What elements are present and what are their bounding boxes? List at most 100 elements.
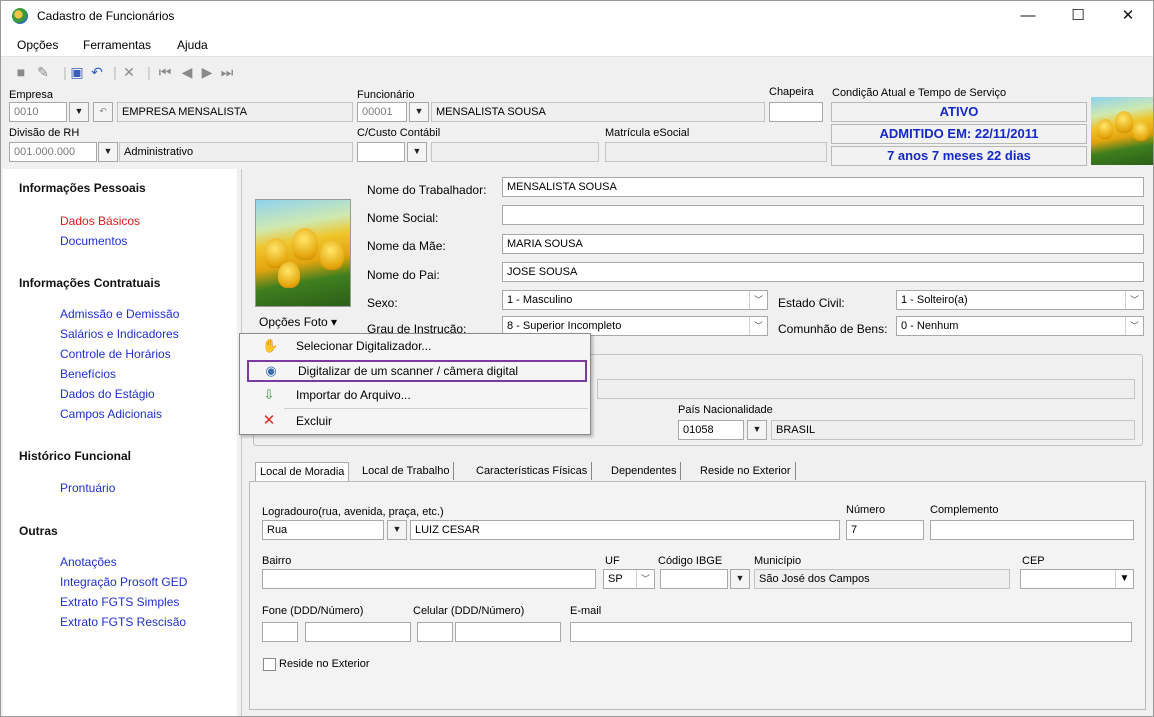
header-photo: [1091, 97, 1153, 165]
pais-code-field[interactable]: 01058: [678, 420, 744, 440]
celular-numero-field[interactable]: [455, 622, 561, 642]
nav-dados-basicos[interactable]: Dados Básicos: [60, 214, 140, 228]
empresa-dropdown-button[interactable]: ▼: [69, 102, 89, 122]
chevron-down-icon: ﹀: [1125, 317, 1143, 335]
tab-reside-exterior[interactable]: Reside no Exterior: [696, 462, 796, 480]
nav-anotacoes[interactable]: Anotações: [60, 555, 117, 569]
empresa-code-field[interactable]: 0010: [9, 102, 67, 122]
nome-mae-field[interactable]: MARIA SOUSA: [502, 234, 1144, 254]
funcionario-code-field[interactable]: 00001: [357, 102, 407, 122]
minimize-button[interactable]: —: [1005, 1, 1051, 31]
ccusto-field[interactable]: [357, 142, 405, 162]
tipo-logradouro-field[interactable]: Rua: [262, 520, 384, 540]
nav-section-title: Outras: [19, 524, 58, 538]
nav-dados-estagio[interactable]: Dados do Estágio: [60, 387, 155, 401]
reside-exterior-checkbox[interactable]: [263, 658, 276, 671]
email-label: E-mail: [570, 605, 602, 617]
empresa-label: Empresa: [9, 89, 54, 101]
fone-numero-field[interactable]: [305, 622, 411, 642]
ccusto-name-field: [431, 142, 599, 162]
divisao-dropdown-button[interactable]: ▼: [98, 142, 118, 162]
menu-item-excluir[interactable]: ✕ Excluir: [240, 410, 590, 432]
divisao-label: Divisão de RH: [9, 127, 80, 139]
new-icon[interactable]: ■: [13, 64, 29, 80]
prev-record-icon[interactable]: ◀: [179, 64, 195, 80]
fone-ddd-field[interactable]: [262, 622, 298, 642]
camera-icon: ◉: [265, 363, 277, 378]
menu-opcoes[interactable]: Opções: [17, 38, 58, 52]
tab-local-trabalho[interactable]: Local de Trabalho: [358, 462, 455, 480]
maximize-button[interactable]: ☐: [1055, 1, 1101, 31]
bairro-field[interactable]: [262, 569, 596, 589]
nav-controle-horarios[interactable]: Controle de Horários: [60, 347, 171, 361]
nav-salarios[interactable]: Salários e Indicadores: [60, 327, 179, 341]
opcoes-foto-button[interactable]: Opções Foto ▾: [255, 312, 355, 332]
chapeira-field[interactable]: [769, 102, 823, 122]
main-window: Cadastro de Funcionários — ☐ ✕ Opções Fe…: [0, 0, 1154, 717]
chevron-down-icon: ﹀: [1125, 291, 1143, 309]
menu-item-digitalizar-scanner[interactable]: ◉ Digitalizar de um scanner / câmera dig…: [247, 360, 587, 382]
pais-name-field: BRASIL: [771, 420, 1135, 440]
nav-campos-adicionais[interactable]: Campos Adicionais: [60, 407, 162, 421]
ibge-field[interactable]: [660, 569, 728, 589]
ibge-dropdown-button[interactable]: ▼: [730, 569, 750, 589]
complemento-field[interactable]: [930, 520, 1134, 540]
logradouro-field[interactable]: LUIZ CESAR: [410, 520, 840, 540]
numero-label: Número: [846, 504, 886, 516]
menu-item-selecionar-digitalizador[interactable]: ✋ Selecionar Digitalizador...: [240, 335, 590, 357]
logradouro-label: Logradouro(rua, avenida, praça, etc.): [262, 506, 444, 518]
sexo-select[interactable]: 1 - Masculino ﹀: [502, 290, 768, 310]
menu-ferramentas[interactable]: Ferramentas: [83, 38, 151, 52]
nav-integracao-ged[interactable]: Integração Prosoft GED: [60, 575, 187, 589]
nome-trabalhador-field[interactable]: MENSALISTA SOUSA: [502, 177, 1144, 197]
chapeira-label: Chapeira: [769, 86, 814, 98]
status-badge: ATIVO: [831, 102, 1087, 122]
empresa-undo-icon[interactable]: ↶: [93, 102, 113, 122]
menu-item-importar-arquivo[interactable]: ⇩ Importar do Arquivo...: [240, 384, 590, 406]
employee-photo[interactable]: [255, 199, 351, 307]
nome-social-field[interactable]: [502, 205, 1144, 225]
numero-field[interactable]: 7: [846, 520, 924, 540]
nome-social-label: Nome Social:: [367, 211, 439, 225]
left-nav: Informações Pessoais Dados Básicos Docum…: [3, 169, 237, 716]
cep-label: CEP: [1022, 555, 1045, 567]
uf-label: UF: [605, 555, 620, 567]
photo-options-menu: ✋ Selecionar Digitalizador... ◉ Digitali…: [239, 333, 591, 435]
cancel-icon[interactable]: ✕: [121, 64, 137, 80]
municipio-field: São José dos Campos: [754, 569, 1010, 589]
nav-admissao[interactable]: Admissão e Demissão: [60, 307, 179, 321]
divisao-code-field[interactable]: 001.000.000: [9, 142, 97, 162]
edit-icon[interactable]: ✎: [35, 64, 51, 80]
ccusto-dropdown-button[interactable]: ▼: [407, 142, 427, 162]
email-field[interactable]: [570, 622, 1132, 642]
tab-dependentes[interactable]: Dependentes: [607, 462, 682, 480]
complemento-label: Complemento: [930, 504, 999, 516]
nav-documentos[interactable]: Documentos: [60, 234, 127, 248]
next-record-icon[interactable]: ▶: [199, 64, 215, 80]
undo-icon[interactable]: ↶: [89, 64, 105, 80]
menu-ajuda[interactable]: Ajuda: [177, 38, 208, 52]
tab-caracteristicas[interactable]: Características Físicas: [472, 462, 593, 480]
uf-select[interactable]: SP ﹀: [603, 569, 655, 589]
last-record-icon[interactable]: ⏭: [219, 64, 235, 80]
comunhao-select[interactable]: 0 - Nenhum ﹀: [896, 316, 1144, 336]
first-record-icon[interactable]: ⏮: [157, 64, 173, 80]
close-button[interactable]: ✕: [1105, 1, 1151, 31]
nav-beneficios[interactable]: Benefícios: [60, 367, 116, 381]
pais-dropdown-button[interactable]: ▼: [747, 420, 767, 440]
tipo-logradouro-dropdown[interactable]: ▼: [387, 520, 407, 540]
save-icon[interactable]: ▣: [69, 64, 85, 80]
nav-extrato-fgts-rescisao[interactable]: Extrato FGTS Rescisão: [60, 615, 186, 629]
celular-ddd-field[interactable]: [417, 622, 453, 642]
scanner-icon: ✋: [262, 338, 279, 353]
estado-civil-select[interactable]: 1 - Solteiro(a) ﹀: [896, 290, 1144, 310]
nav-section-title: Informações Pessoais: [19, 181, 146, 195]
nome-pai-field[interactable]: JOSE SOUSA: [502, 262, 1144, 282]
funcionario-dropdown-button[interactable]: ▼: [409, 102, 429, 122]
ibge-label: Código IBGE: [658, 555, 723, 567]
nav-extrato-fgts-simples[interactable]: Extrato FGTS Simples: [60, 595, 179, 609]
divisao-name-field: Administrativo: [119, 142, 353, 162]
nav-prontuario[interactable]: Prontuário: [60, 481, 115, 495]
tab-local-moradia[interactable]: Local de Moradia: [255, 462, 350, 481]
cep-select[interactable]: ▼: [1020, 569, 1134, 589]
